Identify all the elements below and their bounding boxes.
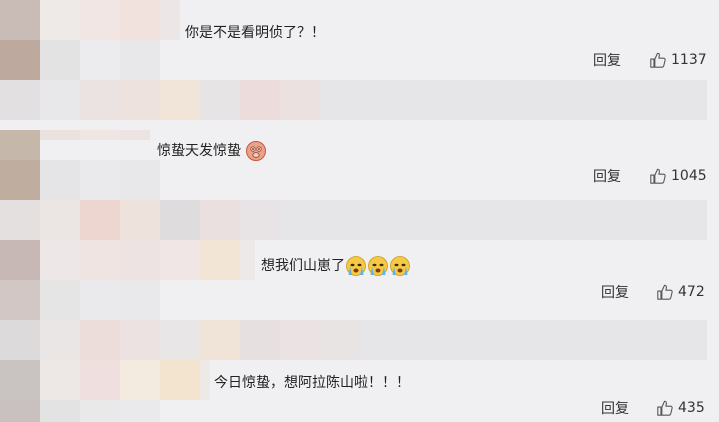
blurred-avatar (0, 160, 160, 200)
reply-button[interactable]: 回复 (601, 399, 629, 419)
thumbs-up-icon (657, 400, 673, 416)
blurred-avatar (0, 400, 160, 422)
blurred-avatar (0, 40, 160, 80)
crying-face-icon (389, 255, 411, 277)
like-button[interactable]: 472 (656, 282, 705, 302)
like-count: 1137 (671, 52, 707, 68)
comment-text: 今日惊蛰，想阿拉陈山啦！！！ (214, 375, 410, 391)
thumbs-up-icon (650, 52, 666, 68)
like-button[interactable]: 1045 (649, 166, 707, 186)
blurred-avatar (0, 360, 210, 400)
blurred-avatar (0, 0, 180, 40)
like-count: 472 (678, 284, 705, 300)
like-count: 1045 (671, 168, 707, 184)
reply-button[interactable]: 回复 (593, 51, 621, 71)
thumbs-up-icon (657, 284, 673, 300)
monkey-face-icon (245, 140, 267, 162)
comment-text: 想我们山崽了 (261, 258, 345, 274)
blurred-reply-preview (0, 320, 707, 360)
reply-button[interactable]: 回复 (593, 167, 621, 187)
blurred-reply-preview (0, 200, 707, 240)
comment-text: 你是不是看明侦了？！ (185, 25, 325, 41)
reply-button[interactable]: 回复 (601, 283, 629, 303)
blurred-avatar (0, 280, 160, 320)
blurred-reply-preview (0, 80, 707, 120)
crying-face-icon (345, 255, 367, 277)
like-count: 435 (678, 400, 705, 416)
crying-face-icon (367, 255, 389, 277)
blurred-avatar (0, 240, 255, 280)
like-button[interactable]: 435 (656, 398, 705, 418)
thumbs-up-icon (650, 168, 666, 184)
comment-text: 惊蛰天发惊蛰 (157, 143, 241, 159)
like-button[interactable]: 1137 (649, 50, 707, 70)
